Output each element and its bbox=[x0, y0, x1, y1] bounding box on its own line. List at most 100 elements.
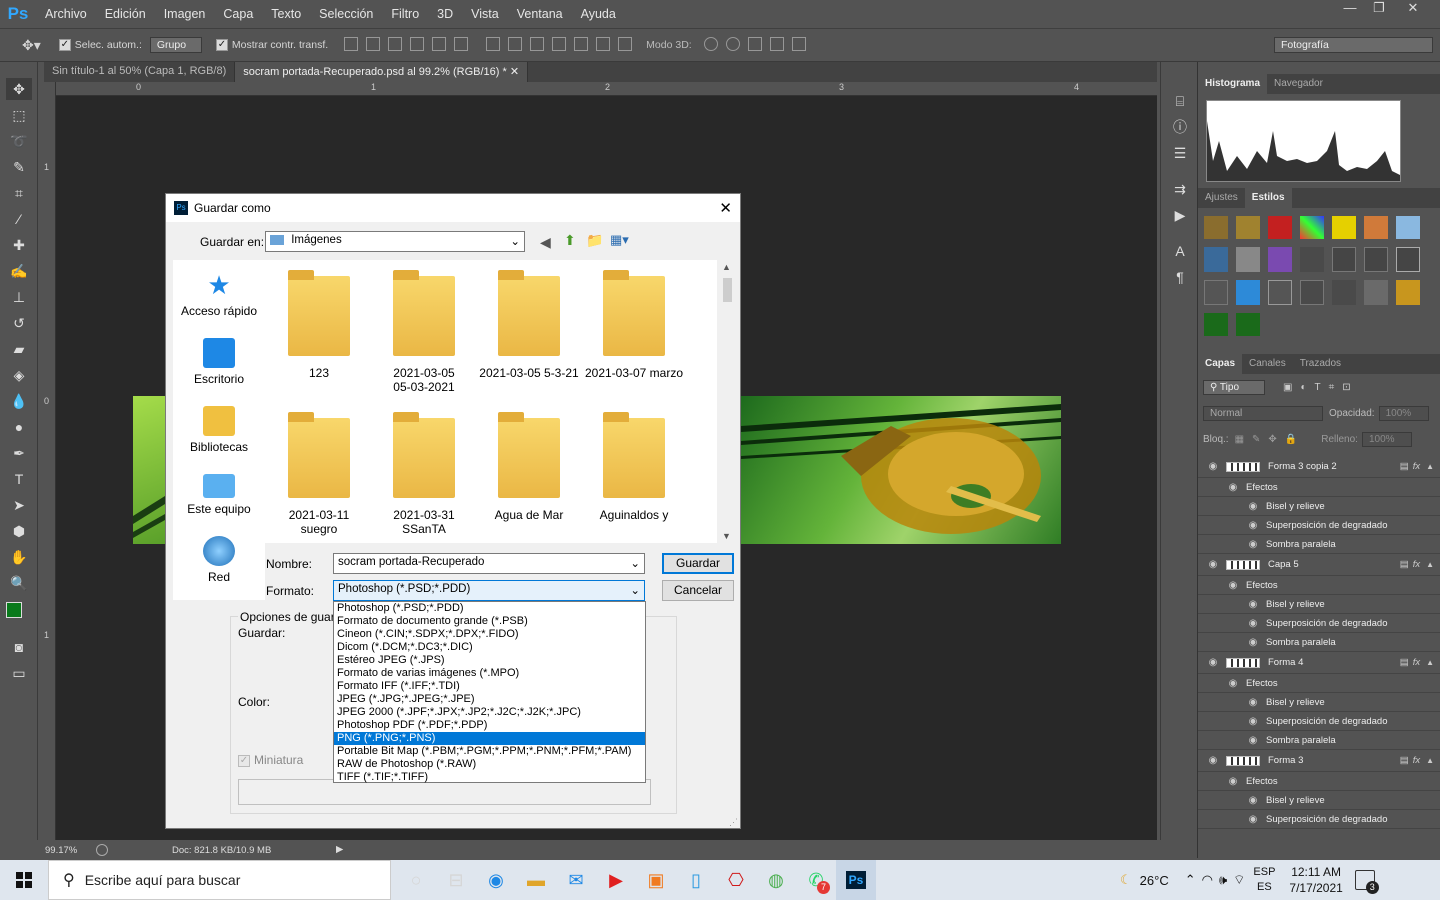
tab-ajustes[interactable]: Ajustes bbox=[1198, 188, 1245, 208]
phone-app-icon[interactable]: ▯ bbox=[676, 860, 716, 900]
eye-icon[interactable]: ◉ bbox=[1246, 814, 1260, 825]
fx-icon[interactable]: fx bbox=[1413, 657, 1420, 668]
resize-grip-icon[interactable]: ⋰ bbox=[729, 817, 738, 828]
menu-capa[interactable]: Capa bbox=[214, 7, 262, 21]
weather-icon[interactable]: ☾ bbox=[1120, 872, 1132, 888]
style-swatch[interactable] bbox=[1396, 280, 1420, 305]
style-swatch[interactable] bbox=[1300, 247, 1324, 272]
eye-icon[interactable]: ◉ bbox=[1206, 755, 1220, 766]
weather-temp[interactable]: 26°C bbox=[1140, 873, 1169, 888]
fx-icon[interactable]: fx bbox=[1413, 559, 1420, 570]
network-tray-icon[interactable]: ⌔ bbox=[1233, 872, 1245, 888]
format-option[interactable]: RAW de Photoshop (*.RAW) bbox=[334, 758, 645, 771]
format-option[interactable]: TIFF (*.TIF;*.TIFF) bbox=[334, 771, 645, 784]
zoom-tool-icon[interactable]: 🔍 bbox=[6, 572, 32, 594]
quick-select-tool-icon[interactable]: ✎ bbox=[6, 156, 32, 178]
tab-canales[interactable]: Canales bbox=[1242, 354, 1293, 374]
scroll-up-icon[interactable]: ▲ bbox=[722, 262, 731, 272]
fx-icon[interactable]: fx bbox=[1413, 755, 1420, 766]
volume-icon[interactable]: 🕪 bbox=[1219, 872, 1227, 888]
menu-imagen[interactable]: Imagen bbox=[155, 7, 215, 21]
history-brush-tool-icon[interactable]: ↺ bbox=[6, 312, 32, 334]
paint-bucket-tool-icon[interactable]: ◈ bbox=[6, 364, 32, 386]
history-panel-icon[interactable]: ⌸ bbox=[1167, 90, 1193, 112]
file-item[interactable]: 2021-03-11 suegro bbox=[269, 412, 369, 536]
taskbar-search-box[interactable]: ⚲ Escribe aquí para buscar bbox=[48, 860, 391, 900]
up-folder-icon[interactable]: ⬆ bbox=[564, 232, 576, 249]
format-option[interactable]: JPEG 2000 (*.JPF;*.JPX;*.JP2;*.J2C;*.J2K… bbox=[334, 706, 645, 719]
effect-row[interactable]: ◉ Efectos bbox=[1198, 478, 1440, 497]
move-tool-icon[interactable]: ✥▾ bbox=[22, 37, 41, 54]
style-swatch[interactable] bbox=[1364, 216, 1388, 239]
style-swatch[interactable] bbox=[1268, 247, 1292, 272]
back-icon[interactable]: ◀ bbox=[540, 234, 551, 251]
format-option[interactable]: Cineon (*.CIN;*.SDPX;*.DPX;*.FIDO) bbox=[334, 628, 645, 641]
eye-icon[interactable]: ◉ bbox=[1206, 461, 1220, 472]
save-button[interactable]: Guardar bbox=[662, 553, 734, 574]
move-tool-icon[interactable]: ✥ bbox=[6, 78, 32, 100]
eye-icon[interactable]: ◉ bbox=[1246, 795, 1260, 806]
eye-icon[interactable]: ◉ bbox=[1226, 776, 1240, 787]
stamp-tool-icon[interactable]: ⊥ bbox=[6, 286, 32, 308]
style-swatch[interactable] bbox=[1268, 280, 1292, 305]
collapse-icon[interactable]: ▲ bbox=[1426, 658, 1434, 667]
tab-trazados[interactable]: Trazados bbox=[1293, 354, 1348, 374]
export-icon[interactable] bbox=[96, 844, 108, 856]
layer-name[interactable]: Forma 3 bbox=[1268, 755, 1400, 766]
tab-histograma[interactable]: Histograma bbox=[1198, 74, 1268, 94]
style-swatch[interactable] bbox=[1204, 216, 1228, 239]
style-swatch[interactable] bbox=[1300, 280, 1324, 305]
scrollbar-thumb[interactable] bbox=[723, 278, 732, 302]
effect-row[interactable]: ◉ Bisel y relieve bbox=[1198, 693, 1440, 712]
auto-select-dropdown[interactable]: Grupo bbox=[149, 37, 202, 53]
path-select-tool-icon[interactable]: ➤ bbox=[6, 494, 32, 516]
menu-edicion[interactable]: Edición bbox=[96, 7, 155, 21]
healing-tool-icon[interactable]: ✚ bbox=[6, 234, 32, 256]
eye-icon[interactable]: ◉ bbox=[1206, 657, 1220, 668]
eye-icon[interactable]: ◉ bbox=[1226, 678, 1240, 689]
notifications-icon[interactable]: 3 bbox=[1354, 870, 1379, 894]
close-icon[interactable]: ✕ bbox=[1396, 0, 1430, 18]
format-option[interactable]: Photoshop PDF (*.PDF;*.PDP) bbox=[334, 719, 645, 732]
place-this-pc[interactable]: Este equipo bbox=[173, 474, 265, 516]
whatsapp-icon[interactable]: ✆ 7 bbox=[796, 860, 836, 900]
widgets-icon[interactable]: ⊟ bbox=[436, 860, 476, 900]
eye-icon[interactable]: ◉ bbox=[1226, 482, 1240, 493]
eye-icon[interactable]: ◉ bbox=[1206, 559, 1220, 570]
effect-row[interactable]: ◉ Sombra paralela bbox=[1198, 731, 1440, 750]
effect-row[interactable]: ◉ Efectos bbox=[1198, 576, 1440, 595]
style-swatch[interactable] bbox=[1268, 216, 1292, 239]
format-option[interactable]: Formato de varias imágenes (*.MPO) bbox=[334, 667, 645, 680]
menu-vista[interactable]: Vista bbox=[462, 7, 508, 21]
format-option[interactable]: Formato IFF (*.IFF;*.TDI) bbox=[334, 680, 645, 693]
workspace-dropdown[interactable]: Fotografía bbox=[1274, 37, 1433, 53]
save-in-dropdown[interactable]: Imágenes ⌄ bbox=[265, 231, 525, 252]
cancel-button[interactable]: Cancelar bbox=[662, 580, 734, 601]
blur-tool-icon[interactable]: 💧 bbox=[6, 390, 32, 412]
style-swatch[interactable] bbox=[1364, 247, 1388, 272]
eye-icon[interactable]: ◉ bbox=[1246, 539, 1260, 550]
format-option[interactable]: PNG (*.PNG;*.PNS) bbox=[334, 732, 645, 745]
effect-row[interactable]: ◉ Superposición de degradado bbox=[1198, 614, 1440, 633]
format-option[interactable]: JPEG (*.JPG;*.JPEG;*.JPE) bbox=[334, 693, 645, 706]
style-swatch[interactable] bbox=[1236, 247, 1260, 272]
style-swatch[interactable] bbox=[1300, 216, 1324, 239]
eye-icon[interactable]: ◉ bbox=[1246, 599, 1260, 610]
file-item[interactable]: 123 bbox=[269, 270, 369, 394]
effect-row[interactable]: ◉ Efectos bbox=[1198, 674, 1440, 693]
media-player-icon[interactable]: ▣ bbox=[636, 860, 676, 900]
eye-icon[interactable]: ◉ bbox=[1246, 618, 1260, 629]
actions-panel-icon[interactable]: ⇉ bbox=[1167, 178, 1193, 200]
wifi-icon[interactable]: ◠ bbox=[1202, 872, 1213, 888]
layer-name[interactable]: Forma 3 copia 2 bbox=[1268, 461, 1400, 472]
shape-tool-icon[interactable]: ⬢ bbox=[6, 520, 32, 542]
eye-icon[interactable]: ◉ bbox=[1246, 520, 1260, 531]
format-option[interactable]: Photoshop (*.PSD;*.PDD) bbox=[334, 602, 645, 615]
edge-icon[interactable]: ◉ bbox=[476, 860, 516, 900]
new-folder-icon[interactable]: 📁 bbox=[586, 232, 603, 249]
file-item[interactable]: 2021-03-05 05-03-2021 bbox=[374, 270, 474, 394]
file-name-field[interactable]: socram portada-Recuperado ⌄ bbox=[333, 553, 645, 574]
fill-input[interactable]: 100% bbox=[1361, 431, 1412, 447]
eye-icon[interactable]: ◉ bbox=[1226, 580, 1240, 591]
eye-icon[interactable]: ◉ bbox=[1246, 697, 1260, 708]
